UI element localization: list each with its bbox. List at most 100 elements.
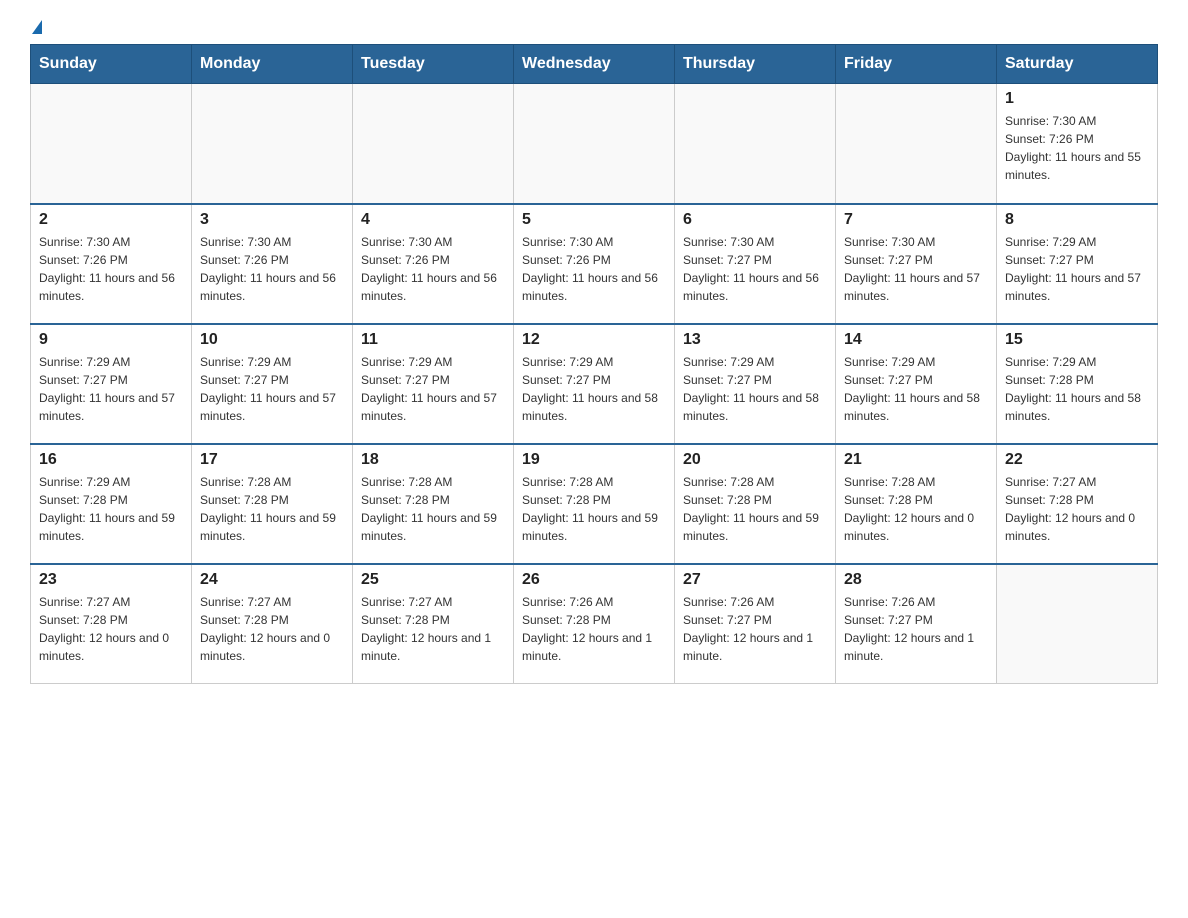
day-info: Sunrise: 7:26 AM Sunset: 7:27 PM Dayligh…: [683, 593, 827, 665]
day-of-week-header: Friday: [836, 45, 997, 84]
calendar-cell: 18 Sunrise: 7:28 AM Sunset: 7:28 PM Dayli…: [353, 444, 514, 564]
calendar-cell: [514, 84, 675, 204]
logo: [30, 20, 42, 34]
day-number: 12: [522, 331, 666, 349]
day-number: 3: [200, 211, 344, 229]
day-number: 17: [200, 451, 344, 469]
calendar-cell: [997, 564, 1158, 684]
calendar-cell: 8 Sunrise: 7:29 AM Sunset: 7:27 PM Daylig…: [997, 204, 1158, 324]
calendar-cell: 16 Sunrise: 7:29 AM Sunset: 7:28 PM Dayli…: [31, 444, 192, 564]
day-number: 28: [844, 571, 988, 589]
day-number: 18: [361, 451, 505, 469]
day-info: Sunrise: 7:26 AM Sunset: 7:27 PM Dayligh…: [844, 593, 988, 665]
calendar-cell: 12 Sunrise: 7:29 AM Sunset: 7:27 PM Dayli…: [514, 324, 675, 444]
calendar-cell: 15Sunrise: 7:29 AM Sunset: 7:28 PM Dayli…: [997, 324, 1158, 444]
day-info: Sunrise: 7:30 AM Sunset: 7:27 PM Dayligh…: [844, 233, 988, 305]
day-number: 5: [522, 211, 666, 229]
day-info: Sunrise: 7:29 AM Sunset: 7:27 PM Dayligh…: [361, 353, 505, 425]
day-number: 22: [1005, 451, 1149, 469]
day-info: Sunrise: 7:30 AM Sunset: 7:26 PM Dayligh…: [200, 233, 344, 305]
calendar-cell: 14 Sunrise: 7:29 AM Sunset: 7:27 PM Dayli…: [836, 324, 997, 444]
day-info: Sunrise: 7:28 AM Sunset: 7:28 PM Dayligh…: [522, 473, 666, 545]
calendar-cell: 5 Sunrise: 7:30 AM Sunset: 7:26 PM Daylig…: [514, 204, 675, 324]
calendar-cell: [31, 84, 192, 204]
day-info: Sunrise: 7:30 AM Sunset: 7:26 PM Dayligh…: [39, 233, 183, 305]
calendar-cell: 24 Sunrise: 7:27 AM Sunset: 7:28 PM Dayli…: [192, 564, 353, 684]
day-number: 13: [683, 331, 827, 349]
day-number: 16: [39, 451, 183, 469]
day-info: Sunrise: 7:27 AM Sunset: 7:28 PM Dayligh…: [39, 593, 183, 665]
day-of-week-header: Thursday: [675, 45, 836, 84]
calendar-cell: [675, 84, 836, 204]
day-of-week-header: Monday: [192, 45, 353, 84]
day-info: Sunrise: 7:29 AM Sunset: 7:28 PM Dayligh…: [39, 473, 183, 545]
logo-triangle-icon: [32, 20, 42, 34]
calendar-cell: [353, 84, 514, 204]
day-number: 8: [1005, 211, 1149, 229]
day-number: 26: [522, 571, 666, 589]
day-number: 7: [844, 211, 988, 229]
calendar-week-row: 1 Sunrise: 7:30 AM Sunset: 7:26 PM Daylig…: [31, 84, 1158, 204]
calendar-week-row: 9 Sunrise: 7:29 AM Sunset: 7:27 PM Daylig…: [31, 324, 1158, 444]
day-number: 21: [844, 451, 988, 469]
page-header: [30, 20, 1158, 34]
calendar-cell: 27 Sunrise: 7:26 AM Sunset: 7:27 PM Dayli…: [675, 564, 836, 684]
day-info: Sunrise: 7:29 AM Sunset: 7:27 PM Dayligh…: [844, 353, 988, 425]
day-info: Sunrise: 7:30 AM Sunset: 7:26 PM Dayligh…: [522, 233, 666, 305]
day-number: 1: [1005, 90, 1149, 108]
calendar-cell: 3 Sunrise: 7:30 AM Sunset: 7:26 PM Daylig…: [192, 204, 353, 324]
calendar-cell: 20 Sunrise: 7:28 AM Sunset: 7:28 PM Dayli…: [675, 444, 836, 564]
day-number: 6: [683, 211, 827, 229]
day-info: Sunrise: 7:28 AM Sunset: 7:28 PM Dayligh…: [361, 473, 505, 545]
calendar-cell: 4 Sunrise: 7:30 AM Sunset: 7:26 PM Daylig…: [353, 204, 514, 324]
day-of-week-header: Sunday: [31, 45, 192, 84]
calendar-cell: [836, 84, 997, 204]
day-of-week-header: Wednesday: [514, 45, 675, 84]
day-number: 14: [844, 331, 988, 349]
day-number: 10: [200, 331, 344, 349]
day-info: Sunrise: 7:28 AM Sunset: 7:28 PM Dayligh…: [200, 473, 344, 545]
day-info: Sunrise: 7:29 AM Sunset: 7:27 PM Dayligh…: [1005, 233, 1149, 305]
day-info: Sunrise: 7:29 AM Sunset: 7:27 PM Dayligh…: [39, 353, 183, 425]
calendar-week-row: 23 Sunrise: 7:27 AM Sunset: 7:28 PM Dayli…: [31, 564, 1158, 684]
day-info: Sunrise: 7:28 AM Sunset: 7:28 PM Dayligh…: [683, 473, 827, 545]
day-info: Sunrise: 7:30 AM Sunset: 7:26 PM Dayligh…: [361, 233, 505, 305]
calendar-header-row: SundayMondayTuesdayWednesdayThursdayFrid…: [31, 45, 1158, 84]
day-info: Sunrise: 7:30 AM Sunset: 7:27 PM Dayligh…: [683, 233, 827, 305]
day-info: Sunrise: 7:29 AM Sunset: 7:27 PM Dayligh…: [522, 353, 666, 425]
day-number: 27: [683, 571, 827, 589]
day-info: Sunrise: 7:29 AM Sunset: 7:27 PM Dayligh…: [683, 353, 827, 425]
day-number: 9: [39, 331, 183, 349]
day-info: Sunrise: 7:30 AM Sunset: 7:26 PM Dayligh…: [1005, 112, 1149, 184]
day-info: Sunrise: 7:29 AM Sunset: 7:28 PM Dayligh…: [1005, 353, 1149, 425]
calendar-cell: 28 Sunrise: 7:26 AM Sunset: 7:27 PM Dayli…: [836, 564, 997, 684]
day-info: Sunrise: 7:27 AM Sunset: 7:28 PM Dayligh…: [200, 593, 344, 665]
calendar-cell: [192, 84, 353, 204]
calendar-cell: 10Sunrise: 7:29 AM Sunset: 7:27 PM Dayli…: [192, 324, 353, 444]
day-info: Sunrise: 7:27 AM Sunset: 7:28 PM Dayligh…: [361, 593, 505, 665]
day-number: 2: [39, 211, 183, 229]
day-number: 25: [361, 571, 505, 589]
day-number: 23: [39, 571, 183, 589]
calendar-week-row: 2 Sunrise: 7:30 AM Sunset: 7:26 PM Daylig…: [31, 204, 1158, 324]
calendar-cell: 7 Sunrise: 7:30 AM Sunset: 7:27 PM Daylig…: [836, 204, 997, 324]
day-info: Sunrise: 7:28 AM Sunset: 7:28 PM Dayligh…: [844, 473, 988, 545]
calendar-cell: 23 Sunrise: 7:27 AM Sunset: 7:28 PM Dayli…: [31, 564, 192, 684]
day-number: 19: [522, 451, 666, 469]
calendar-cell: 17 Sunrise: 7:28 AM Sunset: 7:28 PM Dayli…: [192, 444, 353, 564]
calendar-cell: 6 Sunrise: 7:30 AM Sunset: 7:27 PM Daylig…: [675, 204, 836, 324]
day-number: 24: [200, 571, 344, 589]
calendar-cell: 25 Sunrise: 7:27 AM Sunset: 7:28 PM Dayli…: [353, 564, 514, 684]
calendar-cell: 9 Sunrise: 7:29 AM Sunset: 7:27 PM Daylig…: [31, 324, 192, 444]
day-of-week-header: Saturday: [997, 45, 1158, 84]
day-number: 4: [361, 211, 505, 229]
calendar-cell: 21 Sunrise: 7:28 AM Sunset: 7:28 PM Dayli…: [836, 444, 997, 564]
calendar-week-row: 16 Sunrise: 7:29 AM Sunset: 7:28 PM Dayli…: [31, 444, 1158, 564]
calendar-cell: 26Sunrise: 7:26 AM Sunset: 7:28 PM Dayli…: [514, 564, 675, 684]
calendar-cell: 22Sunrise: 7:27 AM Sunset: 7:28 PM Dayli…: [997, 444, 1158, 564]
calendar-cell: 11 Sunrise: 7:29 AM Sunset: 7:27 PM Dayli…: [353, 324, 514, 444]
calendar-cell: 19 Sunrise: 7:28 AM Sunset: 7:28 PM Dayli…: [514, 444, 675, 564]
day-number: 11: [361, 331, 505, 349]
calendar-cell: 13 Sunrise: 7:29 AM Sunset: 7:27 PM Dayli…: [675, 324, 836, 444]
day-number: 20: [683, 451, 827, 469]
